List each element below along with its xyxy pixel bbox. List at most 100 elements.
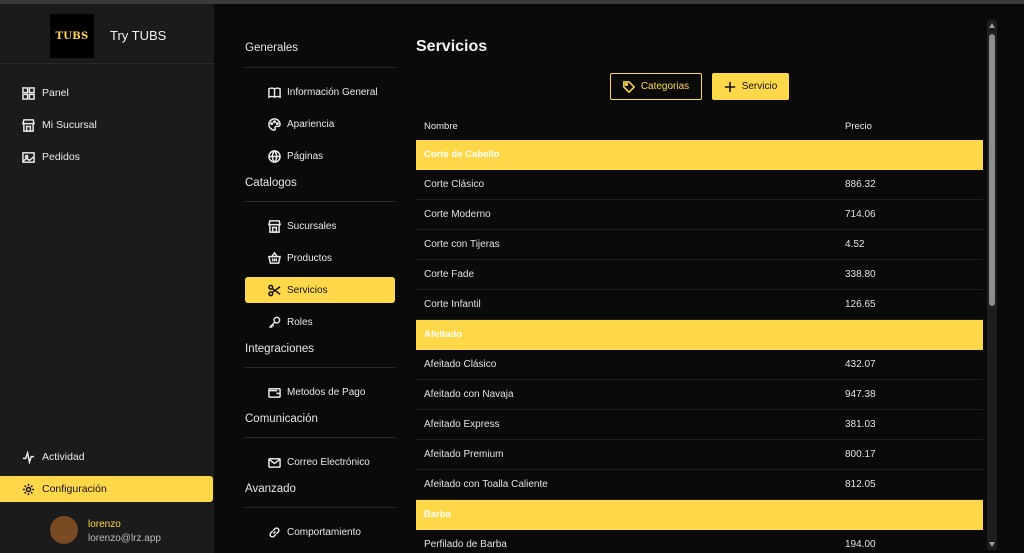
scissors-icon	[268, 284, 281, 296]
service-name: Afeitado con Toalla Caliente	[424, 479, 548, 490]
service-price: 812.05	[845, 479, 876, 490]
link-icon	[269, 526, 280, 538]
settings-item-roles[interactable]: Roles	[245, 309, 395, 335]
logo-text: TUBS	[55, 30, 89, 42]
group-name: Corte de Cabello	[424, 149, 500, 160]
service-price: 381.03	[845, 419, 876, 430]
divider	[245, 201, 395, 202]
avatar[interactable]	[50, 516, 78, 544]
page-title: Servicios	[416, 38, 488, 55]
services-table: Corte de Cabello Corte Clásico 886.32 Cor…	[416, 140, 983, 553]
service-name: Perfilado de Barba	[424, 539, 507, 550]
brand-name: Try TUBS	[110, 28, 167, 43]
table-row[interactable]: Afeitado Express 381.03	[416, 410, 983, 440]
service-price: 800.17	[845, 449, 876, 460]
store-icon	[268, 219, 281, 233]
mail-icon	[268, 457, 281, 468]
service-name: Afeitado con Navaja	[424, 389, 514, 400]
table-header: Nombre Precio	[416, 116, 983, 140]
settings-item-productos[interactable]: Productos	[245, 245, 395, 271]
brand-header: TUBS Try TUBS	[0, 4, 214, 64]
table-row[interactable]: Corte con Tijeras 4.52	[416, 230, 983, 260]
grid-icon	[22, 86, 35, 100]
section-title-generales: Generales	[245, 42, 299, 54]
settings-item-label: Servicios	[287, 284, 328, 296]
service-name: Afeitado Premium	[424, 449, 504, 460]
settings-item-correo-electronico[interactable]: Correo Electrónico	[245, 449, 395, 475]
service-price: 886.32	[845, 179, 876, 190]
divider	[245, 507, 395, 508]
service-name: Corte Infantil	[424, 299, 481, 310]
sidebar-item-configuracion[interactable]: Configuración	[0, 476, 213, 502]
section-title-integraciones: Integraciones	[245, 343, 315, 355]
categories-button[interactable]: Categorias	[610, 73, 702, 100]
service-name: Corte Moderno	[424, 209, 491, 220]
divider	[245, 437, 395, 438]
group-name: Afeitado	[424, 329, 462, 340]
sidebar-item-panel[interactable]: Panel	[0, 80, 214, 106]
service-name: Corte Fade	[424, 269, 475, 280]
sidebar-item-actividad[interactable]: Actividad	[0, 444, 214, 470]
settings-item-metodos-de-pago[interactable]: Metodos de Pago	[245, 379, 395, 405]
table-row[interactable]: Afeitado Premium 800.17	[416, 440, 983, 470]
table-row[interactable]: Corte Clásico 886.32	[416, 170, 983, 200]
group-row[interactable]: Corte de Cabello	[416, 140, 983, 170]
basket-icon	[268, 251, 281, 264]
scroll-down-icon[interactable]	[989, 542, 995, 547]
sidebar-item-label: Mi Sucursal	[42, 119, 97, 131]
service-price: 338.80	[845, 269, 876, 280]
service-price: 432.07	[845, 359, 876, 370]
scrollbar[interactable]	[987, 20, 997, 550]
service-name: Corte Clásico	[424, 179, 485, 190]
settings-item-label: Correo Electrónico	[287, 456, 370, 468]
main-content: Servicios Categorias Servicio Nombre Pre…	[410, 4, 1024, 553]
image-icon	[22, 151, 35, 163]
table-row[interactable]: Corte Infantil 126.65	[416, 290, 983, 320]
settings-item-label: Páginas	[287, 150, 324, 162]
column-header-price[interactable]: Precio	[845, 121, 872, 132]
add-service-button-label: Servicio	[741, 81, 778, 92]
sidebar-item-mi-sucursal[interactable]: Mi Sucursal	[0, 112, 214, 138]
settings-item-servicios[interactable]: Servicios	[245, 277, 395, 303]
user-email: lorenzo@lrz.app	[88, 533, 161, 544]
table-row[interactable]: Corte Moderno 714.06	[416, 200, 983, 230]
palette-icon	[268, 117, 281, 131]
table-row[interactable]: Perfilado de Barba 194.00	[416, 530, 983, 553]
group-row[interactable]: Afeitado	[416, 320, 983, 350]
user-name: lorenzo	[88, 519, 121, 530]
settings-item-label: Metodos de Pago	[287, 386, 366, 398]
service-price: 4.52	[845, 239, 865, 250]
scrollbar-thumb[interactable]	[989, 34, 995, 306]
divider	[245, 67, 395, 68]
settings-item-sucursales[interactable]: Sucursales	[245, 213, 395, 239]
activity-icon	[22, 450, 35, 464]
sidebar-item-pedidos[interactable]: Pedidos	[0, 144, 214, 170]
categories-button-label: Categorias	[640, 81, 690, 92]
plus-icon	[724, 81, 735, 92]
table-row[interactable]: Afeitado Clásico 432.07	[416, 350, 983, 380]
group-row[interactable]: Barba	[416, 500, 983, 530]
gear-icon	[22, 483, 35, 495]
settings-item-label: Apariencia	[287, 118, 335, 130]
settings-item-informacion-general[interactable]: Información General	[245, 79, 395, 105]
column-header-name[interactable]: Nombre	[424, 121, 458, 132]
key-icon	[268, 316, 281, 328]
settings-item-label: Roles	[287, 316, 313, 328]
settings-item-apariencia[interactable]: Apariencia	[245, 111, 395, 137]
section-title-avanzado: Avanzado	[245, 483, 296, 495]
globe-icon	[268, 149, 281, 163]
settings-item-comportamiento[interactable]: Comportamiento	[245, 519, 395, 545]
settings-item-paginas[interactable]: Páginas	[245, 143, 395, 169]
sidebar-item-label: Panel	[42, 87, 69, 99]
table-row[interactable]: Corte Fade 338.80	[416, 260, 983, 290]
logo[interactable]: TUBS	[50, 14, 94, 58]
store-icon	[22, 118, 35, 132]
scroll-up-icon[interactable]	[989, 23, 995, 28]
service-price: 714.06	[845, 209, 876, 220]
wallet-icon	[268, 387, 281, 398]
table-row[interactable]: Afeitado con Navaja 947.38	[416, 380, 983, 410]
table-row[interactable]: Afeitado con Toalla Caliente 812.05	[416, 470, 983, 500]
service-name: Afeitado Express	[424, 419, 500, 430]
add-service-button[interactable]: Servicio	[712, 73, 789, 100]
sidebar: TUBS Try TUBS Panel Mi Sucursal Pedidos …	[0, 4, 214, 553]
